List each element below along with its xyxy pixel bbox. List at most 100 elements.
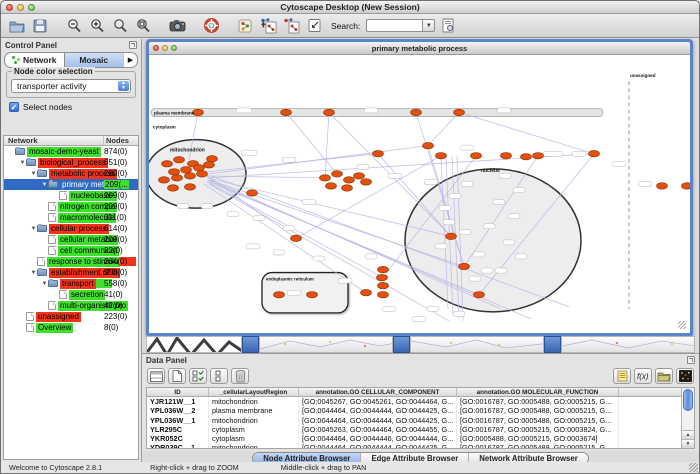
- zoom-in-button[interactable]: [87, 16, 107, 35]
- resize-grip[interactable]: [689, 463, 698, 472]
- graph-node[interactable]: [378, 292, 389, 298]
- table-scrollbar[interactable]: ▲ ▼: [681, 388, 694, 448]
- expand-arrow-icon[interactable]: ▼: [41, 281, 48, 287]
- unselect-attributes-button[interactable]: [210, 368, 228, 384]
- graph-node[interactable]: [354, 173, 365, 179]
- graph-node[interactable]: [207, 156, 218, 162]
- tree-row-establishment-of-lo[interactable]: ▼establishment of lo558(0): [4, 267, 138, 278]
- net-close-button[interactable]: [153, 45, 159, 51]
- tree-row-cell-communicat[interactable]: cell communicat22(0): [4, 245, 138, 256]
- graph-node[interactable]: [377, 274, 388, 280]
- graph-node[interactable]: [459, 263, 470, 269]
- snapshot-button[interactable]: [167, 16, 187, 35]
- table-row[interactable]: YDR039C__1mitochondrion[GO:0044464, GO:0…: [147, 443, 681, 448]
- graph-node[interactable]: [533, 153, 544, 159]
- graph-node[interactable]: [181, 167, 192, 173]
- tab-network[interactable]: Network: [5, 53, 64, 67]
- new-network-selection-button[interactable]: [258, 16, 278, 35]
- window-resize-grip[interactable]: [678, 321, 686, 329]
- graph-edge[interactable]: [325, 112, 329, 177]
- zoom-fit-button[interactable]: [110, 16, 130, 35]
- zoom-selected-button[interactable]: [133, 16, 153, 35]
- graph-node[interactable]: [589, 150, 600, 156]
- graph-node[interactable]: [185, 184, 196, 190]
- graph-node[interactable]: [159, 177, 170, 183]
- network-window-titlebar[interactable]: primary metabolic process: [149, 42, 690, 55]
- table-row[interactable]: YJR121W__1mitochondrion[GO:0045267, GO:0…: [147, 397, 681, 406]
- graph-node[interactable]: [324, 109, 335, 115]
- graph-node[interactable]: [326, 183, 337, 189]
- link-document-button[interactable]: [438, 16, 458, 35]
- graph-node[interactable]: [168, 185, 179, 191]
- graph-edge[interactable]: [459, 112, 594, 153]
- background-network-fragment[interactable]: [146, 336, 242, 353]
- open-file-button[interactable]: [7, 16, 27, 35]
- graph-edge[interactable]: [428, 112, 459, 145]
- graph-node[interactable]: [657, 183, 668, 189]
- graph-node[interactable]: [501, 153, 512, 159]
- graph-node[interactable]: [344, 177, 355, 183]
- graph-node[interactable]: [174, 157, 185, 163]
- graph-node[interactable]: [169, 169, 180, 175]
- scrollbar-thumb[interactable]: [683, 389, 693, 411]
- graph-node[interactable]: [373, 150, 384, 156]
- search-input[interactable]: [366, 19, 422, 32]
- net-zoom-button[interactable]: [171, 45, 177, 51]
- graph-node[interactable]: [291, 235, 302, 241]
- graph-node[interactable]: [194, 165, 205, 171]
- minimized-window-edge[interactable]: [242, 336, 259, 353]
- minimize-window-button[interactable]: [17, 4, 24, 11]
- graph-node[interactable]: [197, 171, 208, 177]
- graph-node[interactable]: [274, 292, 285, 298]
- graph-node[interactable]: [185, 173, 196, 179]
- graph-node[interactable]: [361, 289, 372, 295]
- tree-row-response-to-stimulu[interactable]: response to stimulu264(0): [4, 256, 138, 267]
- annotation-button[interactable]: [304, 16, 324, 35]
- tree-row-multi-organism-pro[interactable]: multi-organism pro42(0): [4, 300, 138, 311]
- table-row[interactable]: YKR052Ccytoplasm[GO:0044464, GO:0044446,…: [147, 434, 681, 443]
- graph-node[interactable]: [162, 161, 173, 167]
- node-color-select[interactable]: transporter activity ▲▼: [11, 79, 131, 93]
- new-attribute-button[interactable]: [168, 368, 186, 384]
- tree-row-metabolic-process[interactable]: ▼metabolic process280(0): [4, 168, 138, 179]
- table-row[interactable]: YLR295Ccytoplasm[GO:0045263, GO:0044464,…: [147, 425, 681, 434]
- graph-node[interactable]: [411, 109, 422, 115]
- tabs-overflow-button[interactable]: ▶: [123, 53, 137, 67]
- graph-edge[interactable]: [286, 112, 337, 173]
- graph-node[interactable]: [342, 185, 353, 191]
- graph-node[interactable]: [307, 292, 318, 298]
- attribute-table-button[interactable]: [147, 368, 165, 384]
- graph-node[interactable]: [471, 153, 482, 159]
- graph-node[interactable]: [436, 153, 447, 159]
- minimized-window-edge[interactable]: [393, 336, 410, 353]
- graph-node[interactable]: [332, 171, 343, 177]
- minimized-window-strip[interactable]: [259, 336, 393, 353]
- graph-node[interactable]: [204, 162, 215, 168]
- expand-arrow-icon[interactable]: ▼: [30, 270, 37, 276]
- close-window-button[interactable]: [6, 4, 13, 11]
- graph-node[interactable]: [454, 109, 465, 115]
- tree-row-secretion[interactable]: secretion41(0): [4, 289, 138, 300]
- graph-node[interactable]: [446, 233, 457, 239]
- float-panel-icon[interactable]: [129, 41, 137, 49]
- tree-header[interactable]: Network Nodes: [4, 136, 138, 146]
- graph-edge[interactable]: [204, 174, 296, 238]
- tree-row-biological-process[interactable]: ▼biological_process651(0): [4, 157, 138, 168]
- minimized-window-strip[interactable]: [561, 336, 695, 353]
- select-attributes-button[interactable]: [189, 368, 207, 384]
- tree-row-mosaic-demo-yeast[interactable]: mosaic-demo-yeast874(0): [4, 146, 138, 157]
- net-minimize-button[interactable]: [162, 45, 168, 51]
- graph-node[interactable]: [474, 292, 485, 298]
- expand-arrow-icon[interactable]: ▼: [30, 171, 37, 177]
- graph-node[interactable]: [521, 154, 532, 160]
- save-button[interactable]: [30, 16, 50, 35]
- minimized-window-strip[interactable]: [410, 336, 544, 353]
- tree-row-overview[interactable]: Overview8(0): [4, 322, 138, 333]
- tree-row-primary-metabo[interactable]: ▼primary metabo209(...: [4, 179, 138, 190]
- formula-builder-button[interactable]: f(x): [634, 368, 652, 384]
- tree-row-nitrogen-compo[interactable]: nitrogen compo209(0): [4, 201, 138, 212]
- tree-row-nucleobase-[interactable]: nucleobase-209(0): [4, 190, 138, 201]
- table-row[interactable]: YPL036W__1mitochondrion[GO:0044464, GO:0…: [147, 416, 681, 425]
- network-canvas[interactable]: plasma membranecytoplasmmitochondrionnuc…: [149, 55, 690, 333]
- tab-mosaic[interactable]: Mosaic: [64, 53, 124, 67]
